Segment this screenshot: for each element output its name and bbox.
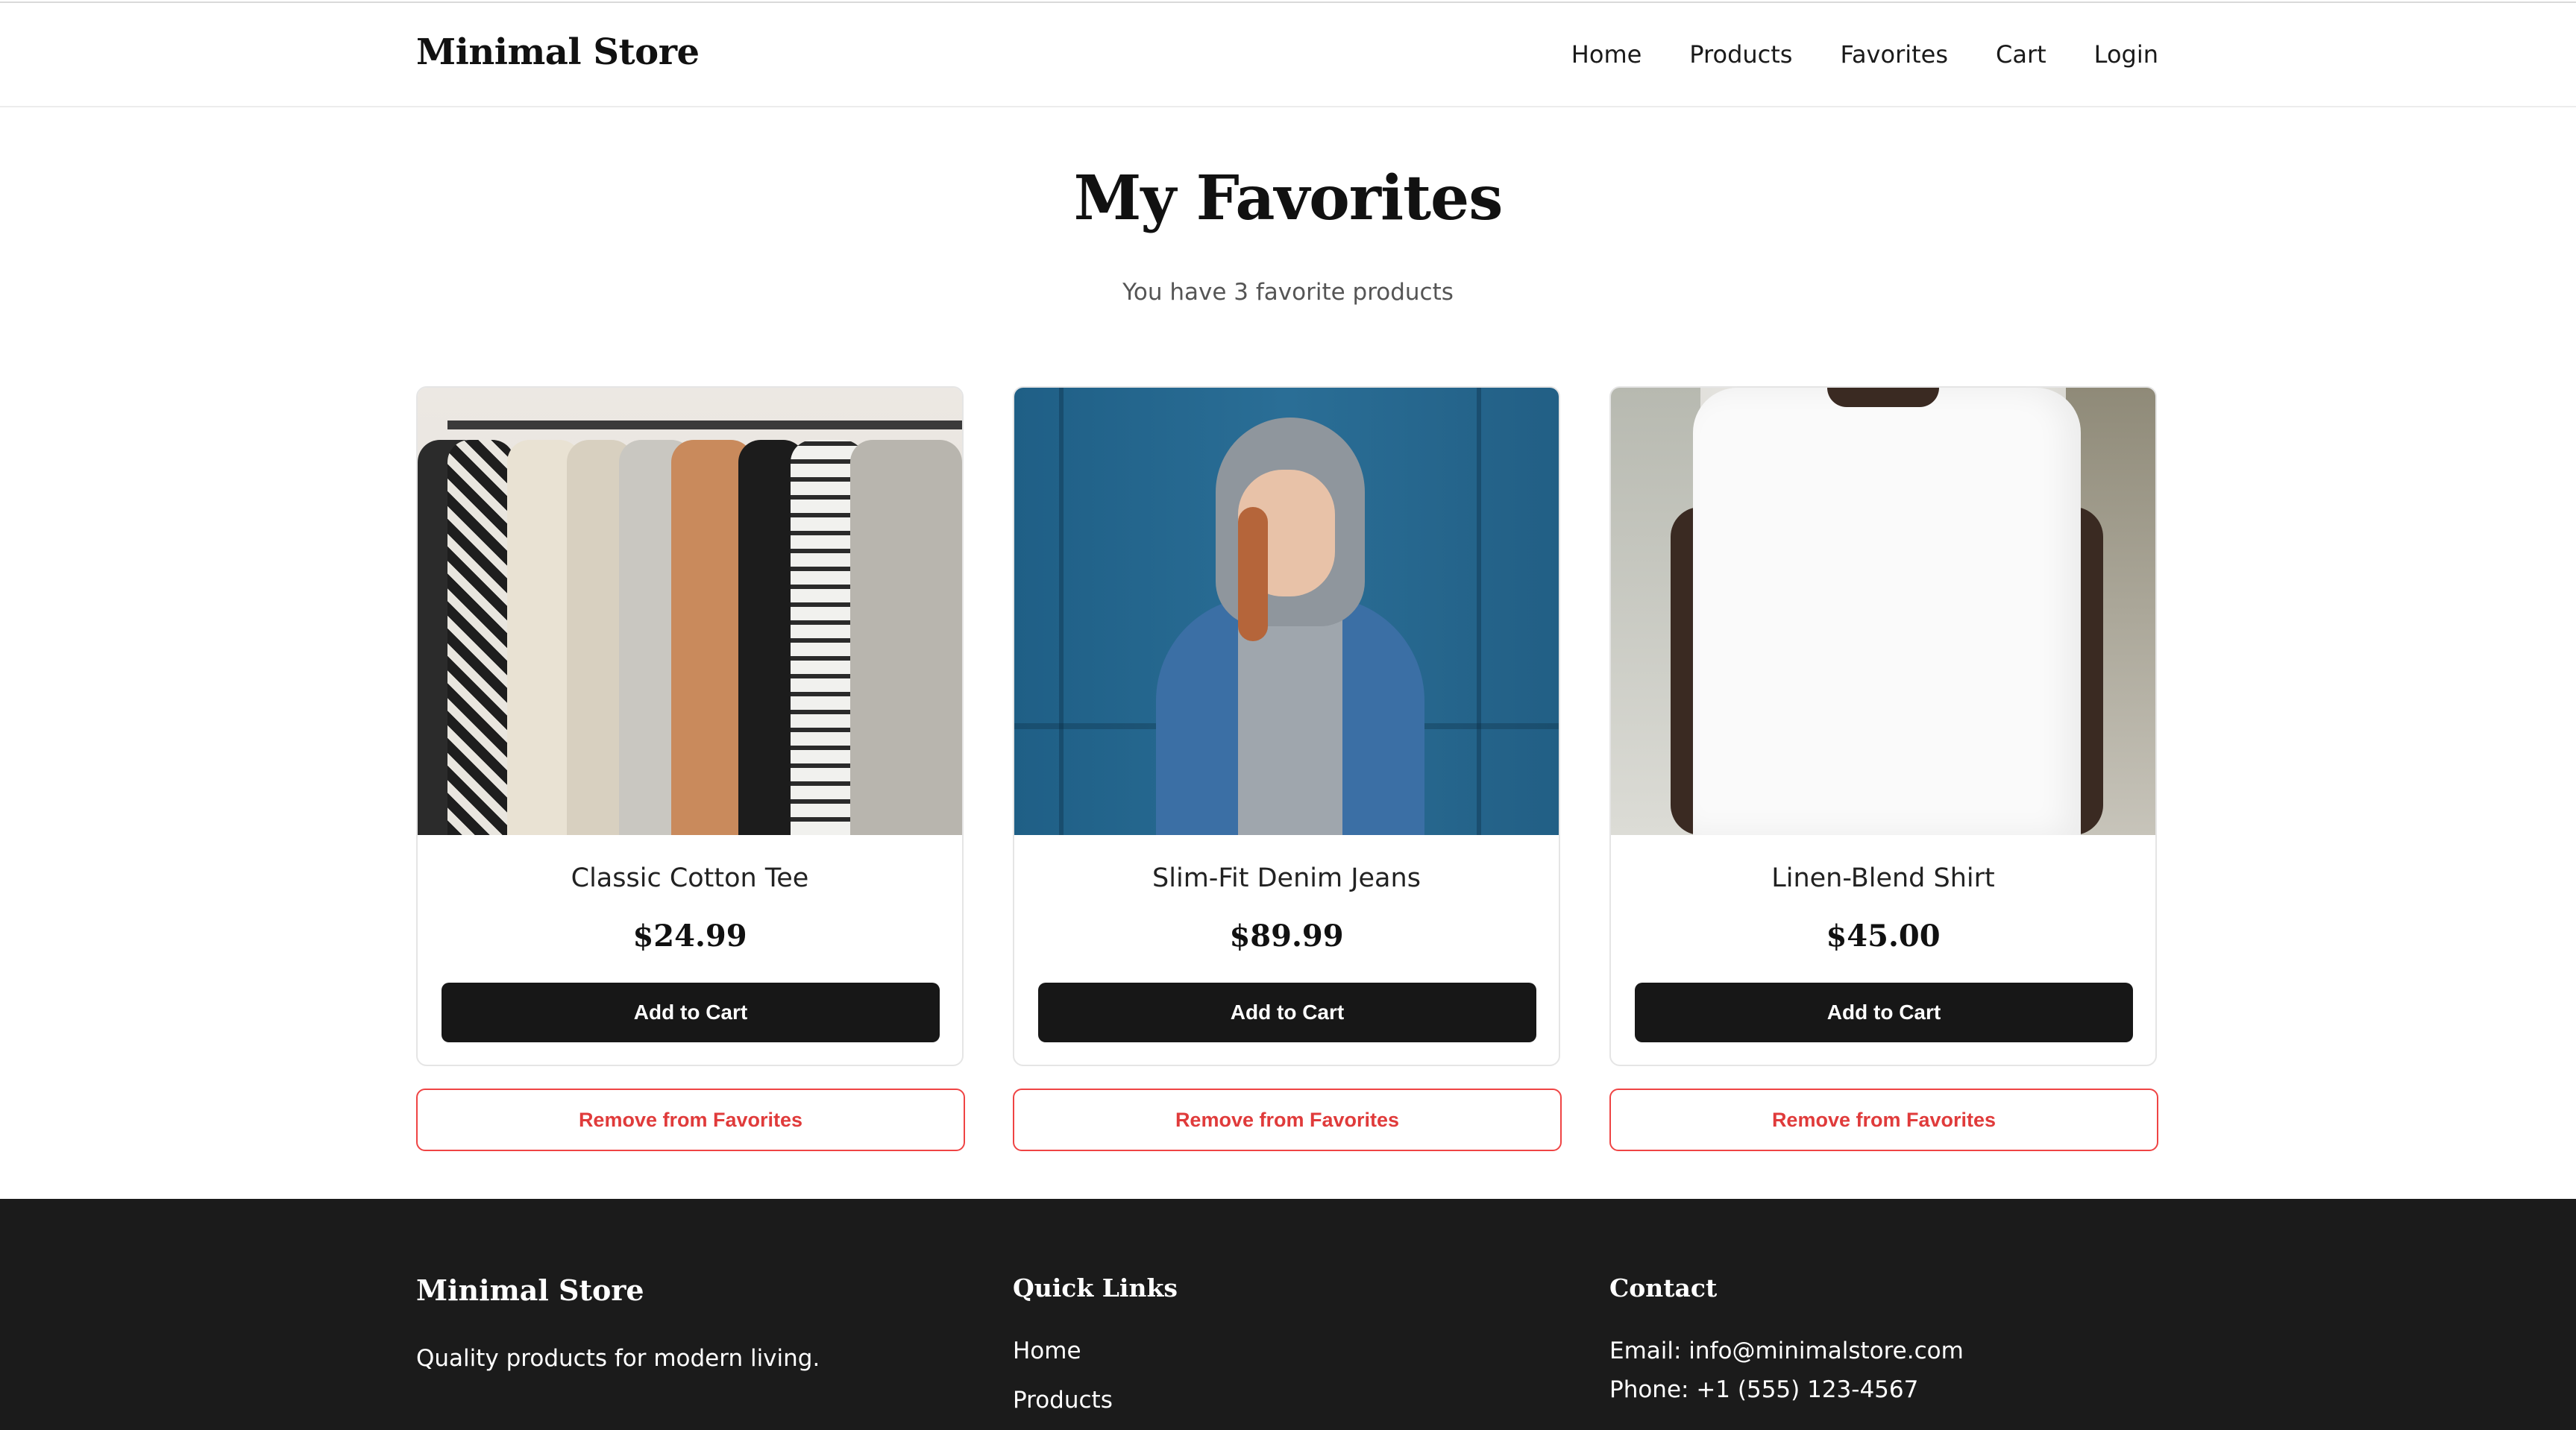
- product-price: $45.00: [1826, 919, 1941, 954]
- product-column: Classic Cotton Tee $24.99 Add to Cart Re…: [416, 386, 965, 1151]
- seam: [1059, 388, 1064, 835]
- element: [1827, 388, 1939, 407]
- garment: [850, 440, 962, 835]
- add-to-cart-button[interactable]: Add to Cart: [1635, 983, 2133, 1042]
- element: [1238, 611, 1342, 835]
- nav-login[interactable]: Login: [2094, 40, 2158, 69]
- favorites-count-text: You have 3 favorite products: [1122, 279, 1454, 306]
- product-card: Slim-Fit Denim Jeans $89.99 Add to Cart: [1013, 386, 1560, 1066]
- product-card: Linen-Blend Shirt $45.00 Add to Cart: [1609, 386, 2157, 1066]
- brand-logo[interactable]: Minimal Store: [416, 31, 700, 73]
- main-nav: Home Products Favorites Cart Login: [1571, 40, 2158, 69]
- element: [1238, 507, 1268, 641]
- product-name[interactable]: Linen-Blend Shirt: [1611, 863, 2155, 893]
- footer-link-home[interactable]: Home: [1013, 1338, 1081, 1364]
- product-card: Classic Cotton Tee $24.99 Add to Cart: [416, 386, 964, 1066]
- footer-email[interactable]: Email: info@minimalstore.com: [1609, 1338, 1964, 1364]
- add-to-cart-button[interactable]: Add to Cart: [442, 983, 940, 1042]
- footer-quick-links-heading: Quick Links: [1013, 1273, 1178, 1303]
- product-price: $89.99: [1229, 919, 1344, 954]
- product-column: Slim-Fit Denim Jeans $89.99 Add to Cart …: [1013, 386, 1562, 1151]
- site-footer: Minimal Store Quality products for moder…: [0, 1199, 2576, 1430]
- add-to-cart-button[interactable]: Add to Cart: [1038, 983, 1536, 1042]
- product-image[interactable]: [1611, 388, 2155, 835]
- product-name[interactable]: Slim-Fit Denim Jeans: [1014, 863, 1559, 893]
- nav-favorites[interactable]: Favorites: [1840, 40, 1948, 69]
- remove-from-favorites-button[interactable]: Remove from Favorites: [1013, 1089, 1562, 1151]
- product-image[interactable]: [1014, 388, 1559, 835]
- footer-link-products[interactable]: Products: [1013, 1387, 1113, 1414]
- nav-home[interactable]: Home: [1571, 40, 1642, 69]
- element: [1693, 388, 2081, 835]
- remove-from-favorites-button[interactable]: Remove from Favorites: [416, 1089, 965, 1151]
- remove-from-favorites-button[interactable]: Remove from Favorites: [1609, 1089, 2158, 1151]
- footer-tagline: Quality products for modern living.: [416, 1345, 820, 1372]
- nav-cart[interactable]: Cart: [1996, 40, 2046, 69]
- seam: [1477, 388, 1481, 835]
- footer-brand: Minimal Store: [416, 1273, 644, 1307]
- footer-contact-heading: Contact: [1609, 1273, 1718, 1303]
- product-column: Linen-Blend Shirt $45.00 Add to Cart Rem…: [1609, 386, 2158, 1151]
- rail: [447, 421, 962, 429]
- garment: [447, 440, 515, 835]
- footer-phone[interactable]: Phone: +1 (555) 123-4567: [1609, 1376, 1918, 1403]
- product-image[interactable]: [418, 388, 962, 835]
- product-name[interactable]: Classic Cotton Tee: [418, 863, 962, 893]
- product-price: $24.99: [632, 919, 747, 954]
- page-title: My Favorites: [1073, 163, 1504, 234]
- nav-products[interactable]: Products: [1689, 40, 1792, 69]
- site-header: Minimal Store Home Products Favorites Ca…: [0, 1, 2576, 107]
